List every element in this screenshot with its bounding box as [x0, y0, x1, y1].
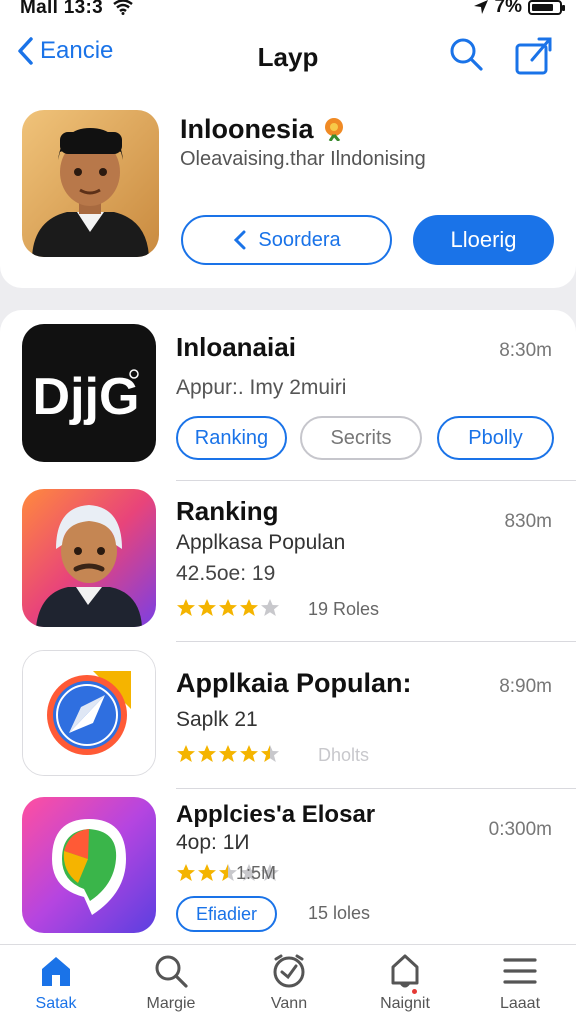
featured-app-subtitle: Oleavaising.thar Ilndonising	[180, 148, 426, 170]
chip-secrits[interactable]: Secrits	[300, 416, 422, 460]
notification-icon	[391, 954, 419, 988]
row-title: Applcies'a Elosar	[176, 801, 376, 828]
featured-app-title: Inloonesia	[180, 114, 347, 145]
row-subtitle: Appur:. Imy 2muiri	[176, 376, 347, 399]
list-item[interactable]: Applcies'a Elosar 0:300m 4op: 1И 1:5M Ef…	[0, 789, 576, 949]
star-rating	[176, 598, 280, 618]
avatar-app-icon	[22, 489, 156, 627]
star-icon	[240, 745, 258, 762]
list-item[interactable]: Ranking 830m Applkasa Populan 42.5oe: 19…	[0, 481, 576, 642]
location-arrow-icon	[473, 0, 488, 14]
star-icon	[177, 599, 195, 616]
star-icon	[219, 745, 237, 762]
row-subtitle: Saplk 21	[176, 708, 258, 731]
maps-app-icon	[22, 797, 156, 933]
row-time: 8:30m	[499, 340, 552, 361]
notification-badge	[412, 989, 417, 994]
star-icon	[240, 599, 258, 616]
chip-ranking[interactable]: Ranking	[176, 416, 287, 460]
battery-icon	[528, 0, 565, 15]
row-subtitle: 4op: 1И	[176, 831, 250, 854]
home-icon	[42, 957, 70, 986]
star-icon	[198, 864, 216, 881]
row-title: Ranking	[176, 496, 279, 526]
secondary-action-button[interactable]: Soordera	[181, 215, 392, 265]
star-icon	[219, 864, 237, 881]
tab-notifications[interactable]: Naignit	[355, 953, 455, 1013]
menu-icon	[503, 958, 537, 984]
chip-pbolly[interactable]: Pbolly	[437, 416, 554, 460]
star-icon	[177, 745, 195, 762]
tab-bar: Satak Margie Vann Naignit Laaat	[0, 944, 576, 1024]
row-time: 0:300m	[488, 819, 552, 840]
page-title: Layp	[257, 42, 319, 72]
row-meta: 19 Roles	[308, 599, 380, 619]
status-right: 7%	[473, 0, 565, 18]
row-time: 8:90m	[499, 676, 552, 697]
star-icon	[261, 599, 279, 616]
featured-app-icon[interactable]	[22, 110, 159, 257]
watch-icon	[273, 954, 305, 988]
star-icon	[198, 745, 216, 762]
tab-search[interactable]: Margie	[121, 953, 221, 1013]
tab-watch[interactable]: Vann	[239, 953, 339, 1013]
svg-text:DjjG: DjjG	[33, 368, 140, 426]
row-title: Inloanaiai	[176, 332, 296, 362]
compass-app-icon	[22, 650, 156, 776]
refresh-icon	[234, 230, 246, 250]
wifi-icon	[112, 0, 133, 15]
list-item[interactable]: Applkaia Populan: 8:90m Saplk 21 Dholts	[0, 642, 576, 789]
status-bar: Mall 13:3 7%	[0, 0, 576, 22]
featured-app-card: Inloonesia Oleavaising.thar Ilndonising …	[0, 92, 576, 288]
row-subtitle: Applkasa Populan	[176, 531, 346, 554]
row-meta: Dholts	[318, 745, 370, 765]
star-icon	[261, 745, 279, 762]
list-item[interactable]: DjjG Inloanaiai 8:30m Appur:. Imy 2muiri…	[0, 310, 576, 481]
star-icon	[198, 599, 216, 616]
star-icon	[219, 599, 237, 616]
primary-action-button[interactable]: Lloerig	[413, 215, 554, 265]
search-icon[interactable]	[448, 36, 484, 72]
star-rating	[176, 744, 280, 764]
star-icon	[177, 864, 195, 881]
search-icon	[155, 955, 188, 988]
row-detail: 42.5oe: 19	[176, 562, 276, 585]
tab-menu[interactable]: Laaat	[470, 953, 570, 1013]
share-icon[interactable]	[514, 36, 554, 76]
flower-icon	[325, 118, 344, 142]
navigation-bar: Eancie Layp	[0, 22, 576, 92]
row-time: 830m	[504, 511, 552, 532]
chip-efiadier[interactable]: Efiadier	[176, 896, 277, 932]
row-title: Applkaia Populan:	[176, 668, 412, 698]
djg-app-icon: DjjG	[22, 324, 156, 462]
battery-percent: 7%	[494, 0, 522, 17]
status-carrier-time: Mall 13:3	[20, 0, 133, 19]
row-meta: 15 loles	[308, 903, 371, 923]
tab-home[interactable]: Satak	[6, 953, 106, 1013]
rating-count: 1:5M	[236, 863, 277, 883]
app-list: DjjG Inloanaiai 8:30m Appur:. Imy 2muiri…	[0, 310, 576, 950]
